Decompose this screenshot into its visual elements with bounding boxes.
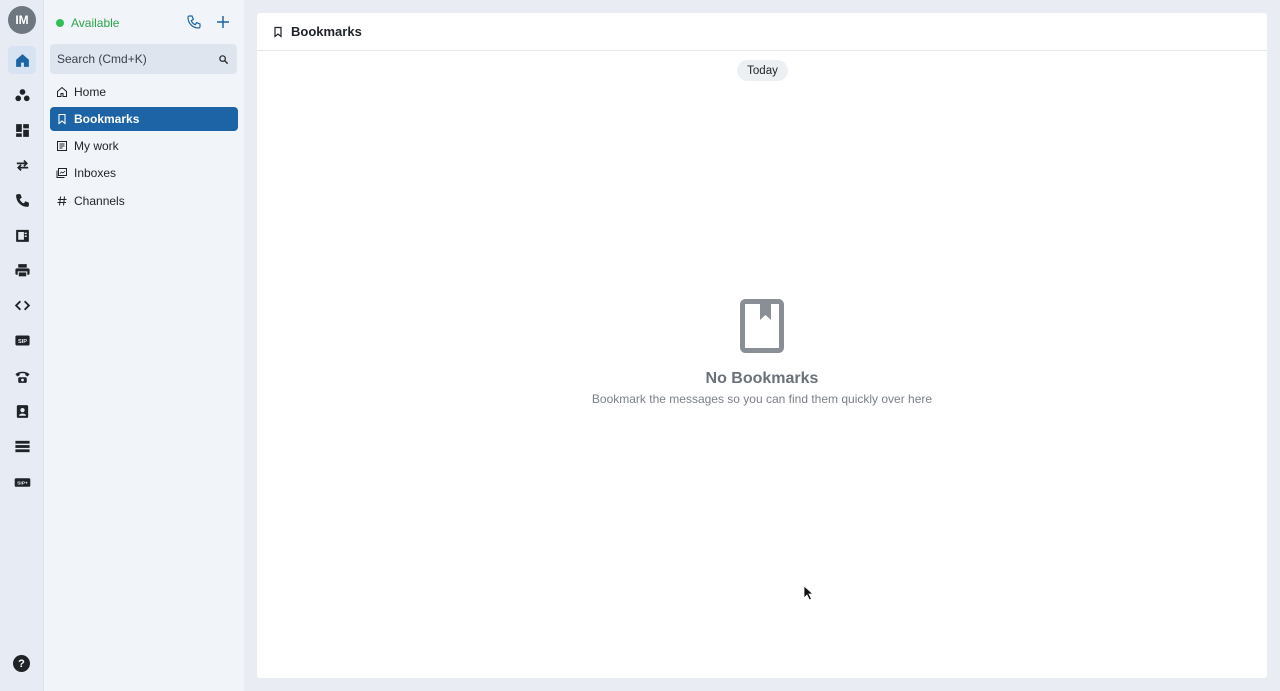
home-icon [15,53,29,67]
hash-icon [57,196,67,206]
plus-icon [217,16,229,28]
help-icon[interactable]: ? [13,655,30,672]
avatar[interactable]: IM [8,6,36,34]
page-header: Bookmarks [257,13,1267,51]
my-work-icon [57,141,67,151]
rail-call-log-button[interactable] [8,186,36,214]
rail-phone-button[interactable] [8,362,36,390]
team-icon [14,88,30,101]
sidebar-item-inboxes[interactable]: Inboxes [50,161,238,185]
sidebar-item-label: Channels [74,194,125,208]
code-icon [14,300,30,310]
rail-servers-button[interactable] [8,432,36,460]
svg-text:SIP+: SIP+ [17,480,28,486]
mouse-pointer-icon [803,585,814,601]
inboxes-icon [56,168,67,178]
print-icon [14,263,30,277]
new-button[interactable] [213,12,233,32]
page-title: Bookmarks [291,24,362,39]
rail-home-button[interactable] [8,46,36,74]
contacts-icon [16,404,28,418]
rail-fax-button[interactable] [8,221,36,249]
status-dot-icon [56,19,64,27]
main-panel: Bookmarks Today No Bookmarks Bookmark th… [257,13,1267,678]
call-log-icon [15,193,29,207]
phone-outline-icon [187,15,201,29]
rail-transfer-button[interactable] [8,151,36,179]
rail-print-button[interactable] [8,256,36,284]
status-label: Available [71,16,120,30]
empty-state-title: No Bookmarks [705,370,819,387]
sip-trunk-icon: SIP+ [14,477,30,487]
call-button[interactable] [184,12,204,32]
rail-code-button[interactable] [8,291,36,319]
date-divider: Today [737,60,788,81]
fax-icon [15,229,29,242]
sidebar: Available Home Bookmarks My work Inboxes… [44,0,244,691]
search-input[interactable] [57,52,218,66]
sidebar-item-label: Bookmarks [74,112,140,126]
rail-sip-trunk-button[interactable]: SIP+ [8,468,36,496]
svg-text:SIP: SIP [17,338,26,344]
sidebar-item-label: Inboxes [74,166,117,180]
sip-icon: SIP [14,335,30,345]
empty-bookmark-icon [740,299,784,353]
empty-state-subtitle: Bookmark the messages so you can find th… [591,392,933,406]
sidebar-item-my-work[interactable]: My work [50,134,238,158]
phone-icon [14,371,30,383]
transfer-icon [16,159,28,171]
sidebar-item-bookmarks[interactable]: Bookmarks [50,107,238,131]
empty-state: No Bookmarks Bookmark the messages so yo… [257,299,1267,406]
bookmark-icon [274,26,282,38]
rail-team-button[interactable] [8,81,36,109]
dashboard-icon [15,123,29,137]
sidebar-item-label: Home [74,85,107,99]
sidebar-item-channels[interactable]: Channels [50,189,238,213]
sidebar-item-home[interactable]: Home [50,80,238,104]
rail-sip-button[interactable]: SIP [8,326,36,354]
servers-icon [14,440,30,452]
search-icon[interactable] [218,54,229,65]
rail-dashboard-button[interactable] [8,116,36,144]
rail-contacts-button[interactable] [8,397,36,425]
bookmark-icon [58,113,66,125]
presence-status[interactable]: Available [56,14,119,32]
sidebar-item-label: My work [74,139,119,153]
app-rail: IM SIP SIP+ ? [0,0,44,691]
search-box[interactable] [50,44,237,74]
home-icon [57,86,67,97]
